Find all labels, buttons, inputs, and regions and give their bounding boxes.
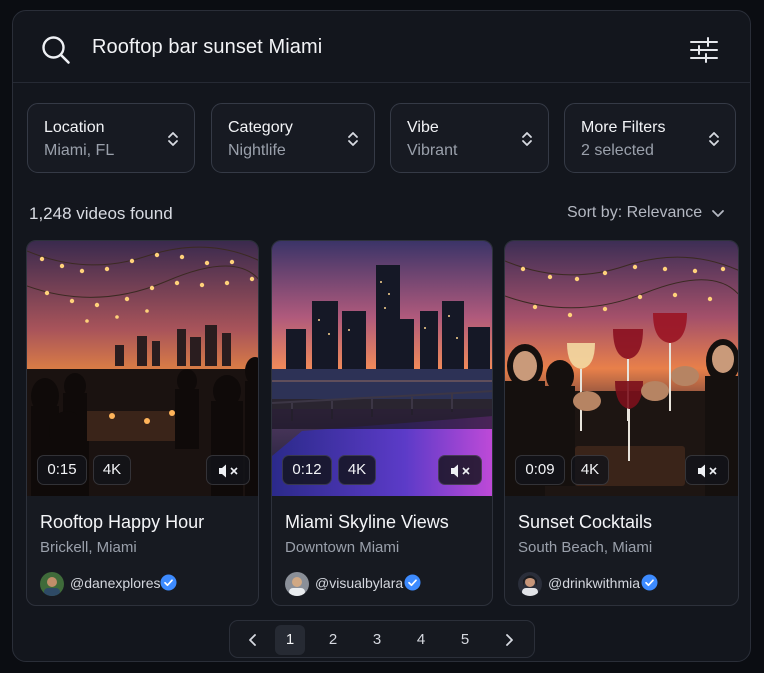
quality-badge: 4K <box>93 455 131 485</box>
search-results-panel: Rooftop bar sunset Miami Location Miami,… <box>12 10 751 662</box>
page-button-4[interactable]: 4 <box>406 625 436 655</box>
verified-badge-icon <box>641 574 658 591</box>
video-title[interactable]: Miami Skyline Views <box>285 512 449 533</box>
duration-badge: 0:15 <box>37 455 87 485</box>
verified-badge-icon <box>404 574 421 591</box>
video-title[interactable]: Rooftop Happy Hour <box>40 512 204 533</box>
creator-handle[interactable]: @danexplores <box>70 575 161 591</box>
chevron-updown-icon <box>522 132 532 146</box>
pagination: 1 2 3 4 5 <box>229 620 535 658</box>
chevron-right-icon[interactable] <box>494 625 524 655</box>
more-filters-button[interactable]: More Filters 2 selected <box>564 103 736 173</box>
filter-label: Location <box>44 119 105 136</box>
chevron-left-icon[interactable] <box>238 625 268 655</box>
creator-handle[interactable]: @visualbylara <box>315 575 403 591</box>
verified-badge-icon <box>160 574 177 591</box>
avatar[interactable] <box>285 572 309 596</box>
search-icon[interactable] <box>41 35 71 65</box>
filter-settings-icon[interactable] <box>689 37 719 63</box>
mute-button[interactable] <box>685 455 729 485</box>
avatar[interactable] <box>518 572 542 596</box>
filter-label: Category <box>228 119 293 136</box>
filter-label: Vibe <box>407 119 439 136</box>
search-bar[interactable]: Rooftop bar sunset Miami <box>13 11 750 83</box>
page-button-5[interactable]: 5 <box>450 625 480 655</box>
mute-button[interactable] <box>206 455 250 485</box>
filter-value: Miami, FL <box>44 142 115 159</box>
duration-badge: 0:09 <box>515 455 565 485</box>
quality-badge: 4K <box>571 455 609 485</box>
sort-dropdown[interactable]: Sort by: Relevance <box>567 204 702 222</box>
chevron-updown-icon <box>709 132 719 146</box>
avatar[interactable] <box>40 572 64 596</box>
location-filter[interactable]: Location Miami, FL <box>27 103 195 173</box>
volume-muted-icon <box>219 464 238 478</box>
result-count: 1,248 videos found <box>29 204 173 223</box>
mute-button[interactable] <box>438 455 482 485</box>
volume-muted-icon <box>451 464 470 478</box>
filter-value: 2 selected <box>581 142 654 159</box>
video-card[interactable]: 0:15 4K Rooftop Happy Hour Brickell, Mia… <box>26 240 259 606</box>
creator-handle[interactable]: @drinkwithmia <box>548 575 640 591</box>
vibe-filter[interactable]: Vibe Vibrant <box>390 103 549 173</box>
chevron-updown-icon <box>348 132 358 146</box>
page-button-1[interactable]: 1 <box>275 625 305 655</box>
category-filter[interactable]: Category Nightlife <box>211 103 375 173</box>
filter-value: Nightlife <box>228 142 286 159</box>
page-button-2[interactable]: 2 <box>318 625 348 655</box>
video-location: Downtown Miami <box>285 539 400 556</box>
quality-badge: 4K <box>338 455 376 485</box>
filter-label: More Filters <box>581 119 666 136</box>
video-card[interactable]: 0:12 4K Miami Skyline Views Downtown Mia… <box>271 240 493 606</box>
video-location: South Beach, Miami <box>518 539 653 556</box>
duration-badge: 0:12 <box>282 455 332 485</box>
video-card[interactable]: 0:09 4K Sunset Cocktails South Beach, Mi… <box>504 240 739 606</box>
chevron-updown-icon <box>168 132 178 146</box>
volume-muted-icon <box>698 464 717 478</box>
filter-bar: Location Miami, FL Category Nightlife Vi… <box>27 103 737 173</box>
page-button-3[interactable]: 3 <box>362 625 392 655</box>
video-location: Brickell, Miami <box>40 539 137 556</box>
search-input[interactable]: Rooftop bar sunset Miami <box>92 36 322 59</box>
filter-value: Vibrant <box>407 142 458 159</box>
chevron-down-icon[interactable] <box>711 208 725 220</box>
video-title[interactable]: Sunset Cocktails <box>518 512 652 533</box>
